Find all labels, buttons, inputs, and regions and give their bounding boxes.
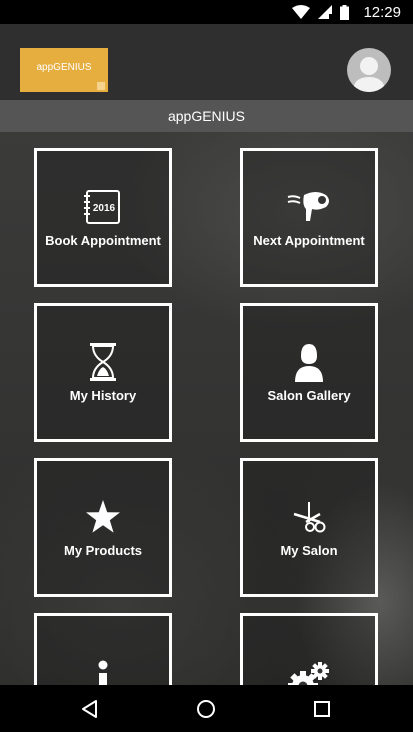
battery-icon xyxy=(340,4,350,20)
logo-text: appGENIUS xyxy=(36,61,92,73)
hairdryer-icon xyxy=(286,187,332,227)
navigation-bar xyxy=(0,685,413,732)
person-icon xyxy=(294,342,324,382)
book-appointment-button[interactable]: 2016 Book Appointment xyxy=(34,148,172,287)
salon-gallery-button[interactable]: Salon Gallery xyxy=(240,303,378,442)
recents-button[interactable] xyxy=(310,697,334,721)
signal-icon xyxy=(318,5,333,19)
title-bar: appGENIUS xyxy=(0,100,413,132)
main-content[interactable]: 2016 Book Appointment Next Appointment M… xyxy=(0,132,413,685)
my-salon-button[interactable]: My Salon xyxy=(240,458,378,597)
next-appointment-button[interactable]: Next Appointment xyxy=(240,148,378,287)
tile-label: My History xyxy=(69,388,137,403)
app-header: appGENIUS xyxy=(0,24,413,100)
recents-icon xyxy=(314,701,330,717)
info-button[interactable] xyxy=(34,613,172,685)
default-avatar-icon xyxy=(353,57,385,92)
star-icon xyxy=(85,497,121,537)
app-logo[interactable]: appGENIUS xyxy=(20,48,108,92)
tile-label: Next Appointment xyxy=(253,233,365,248)
avatar[interactable] xyxy=(347,48,391,92)
home-button[interactable] xyxy=(194,697,218,721)
home-icon xyxy=(197,700,215,718)
info-icon xyxy=(96,660,110,685)
scissors-icon xyxy=(292,497,326,537)
calendar-icon: 2016 xyxy=(83,187,123,227)
calendar-year: 2016 xyxy=(93,203,116,214)
status-time: 12:29 xyxy=(363,3,401,21)
hourglass-icon xyxy=(89,342,117,382)
status-bar: 12:29 xyxy=(0,0,413,24)
gears-icon xyxy=(287,660,331,685)
back-button[interactable] xyxy=(78,697,102,721)
page-title: appGENIUS xyxy=(167,108,246,124)
tile-label: My Products xyxy=(63,543,142,558)
settings-button[interactable] xyxy=(240,613,378,685)
back-icon xyxy=(82,700,97,718)
tile-label: Salon Gallery xyxy=(267,388,351,403)
logo-mark xyxy=(97,82,105,90)
tile-label: My Salon xyxy=(280,543,338,558)
my-history-button[interactable]: My History xyxy=(34,303,172,442)
wifi-icon xyxy=(292,5,311,19)
tile-label: Book Appointment xyxy=(45,233,161,248)
my-products-button[interactable]: My Products xyxy=(34,458,172,597)
